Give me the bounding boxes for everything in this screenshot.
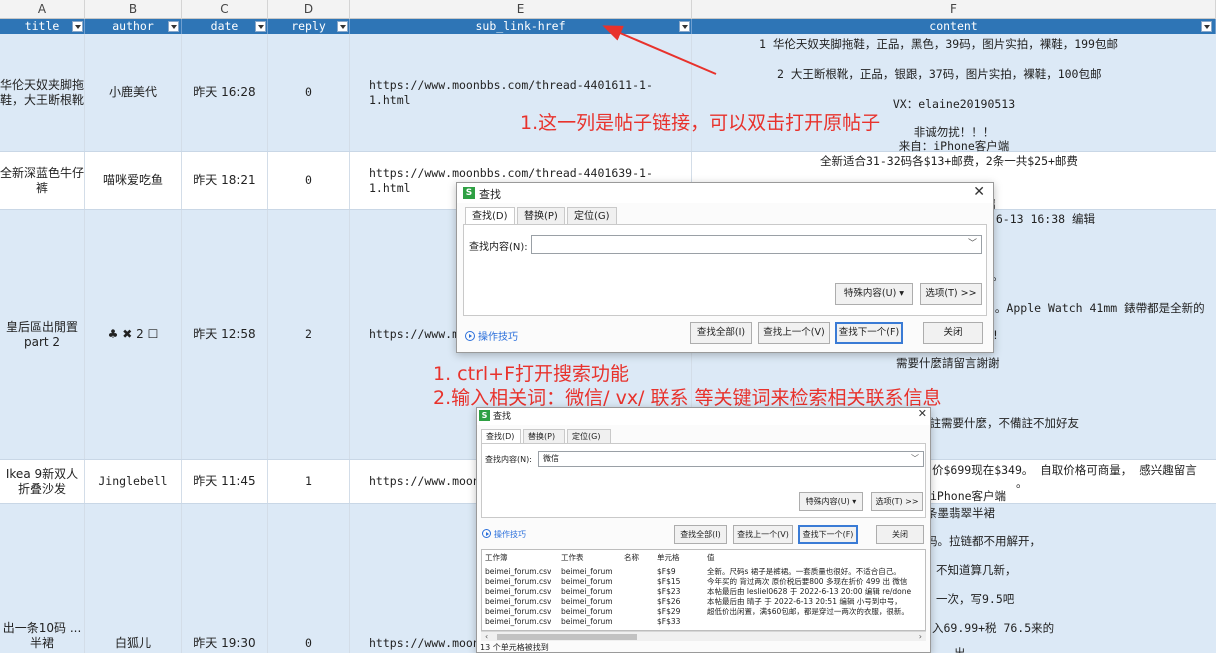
column-letter-f[interactable]: F bbox=[692, 0, 1216, 19]
close-icon[interactable]: ✕ bbox=[973, 184, 985, 200]
cell-author[interactable]: 白狐儿 bbox=[85, 504, 182, 653]
column-letter-bar: A B C D E F bbox=[0, 0, 1216, 19]
result-row[interactable]: beimei_forum.csv beimei_forum $F$9 全新。尺码… bbox=[482, 567, 925, 577]
dialog-titlebar[interactable]: S 查找 ✕ bbox=[477, 407, 930, 425]
cell-reply[interactable]: 0 bbox=[268, 34, 350, 151]
tab-goto[interactable]: 定位(G) bbox=[567, 207, 617, 225]
column-letter-a[interactable]: A bbox=[0, 0, 85, 19]
column-letter-e[interactable]: E bbox=[350, 0, 692, 19]
close-button[interactable]: 关闭 bbox=[876, 525, 924, 544]
result-row[interactable]: beimei_forum.csv beimei_forum $F$26 本帖最后… bbox=[482, 597, 925, 607]
result-row[interactable]: beimei_forum.csv beimei_forum $F$15 今年买的… bbox=[482, 577, 925, 587]
app-logo-icon: S bbox=[479, 410, 490, 421]
results-status: 13 个单元格被找到 bbox=[480, 643, 549, 652]
column-letter-b[interactable]: B bbox=[85, 0, 182, 19]
tab-replace[interactable]: 替换(P) bbox=[523, 429, 565, 444]
column-letter-d[interactable]: D bbox=[268, 0, 350, 19]
filter-dropdown-icon[interactable] bbox=[1201, 21, 1212, 32]
app-logo-icon: S bbox=[463, 187, 475, 199]
find-content-label: 查找内容(N): bbox=[485, 455, 532, 464]
result-row[interactable]: beimei_forum.csv beimei_forum $F$23 本帖最后… bbox=[482, 587, 925, 597]
cell-title[interactable]: Ikea 9新双人折叠沙发 bbox=[0, 460, 85, 503]
find-content-label: 查找内容(N): bbox=[469, 242, 528, 253]
cell-title[interactable]: 皇后區出閒置 part 2 bbox=[0, 210, 85, 459]
cell-author[interactable]: Jinglebell bbox=[85, 460, 182, 503]
find-next-button[interactable]: 查找下一个(F) bbox=[835, 322, 903, 344]
header-row: title author date reply sub_link-href co… bbox=[0, 19, 1216, 34]
results-header-row: 工作簿 工作表 名称 单元格 值 bbox=[485, 553, 715, 562]
tab-find[interactable]: 查找(D) bbox=[465, 207, 515, 225]
tips-link[interactable]: 操作技巧 bbox=[482, 529, 526, 540]
column-letter-c[interactable]: C bbox=[182, 0, 268, 19]
play-circle-icon bbox=[465, 331, 475, 341]
special-content-button[interactable]: 特殊内容(U) ▾ bbox=[835, 283, 913, 305]
horizontal-scrollbar[interactable]: ‹ › bbox=[481, 631, 926, 641]
find-previous-button[interactable]: 查找上一个(V) bbox=[758, 322, 830, 344]
cell-reply[interactable]: 0 bbox=[268, 504, 350, 653]
tab-goto[interactable]: 定位(G) bbox=[567, 429, 611, 444]
header-content: content bbox=[692, 19, 1216, 34]
cell-date[interactable]: 昨天 12:58 bbox=[182, 210, 268, 459]
find-previous-button[interactable]: 查找上一个(V) bbox=[733, 525, 793, 544]
options-button[interactable]: 选项(T) >> bbox=[871, 492, 923, 511]
options-button[interactable]: 选项(T) >> bbox=[920, 283, 982, 305]
find-content-input[interactable]: 微信 ﹀ bbox=[538, 451, 924, 467]
find-panel: 查找内容(N): ﹀ 特殊内容(U) ▾ 选项(T) >> bbox=[463, 224, 987, 316]
result-row[interactable]: beimei_forum.csv beimei_forum $F$29 超低价出… bbox=[482, 607, 925, 617]
cell-title[interactable]: 华伦天奴夹脚拖鞋，大王断根靴 bbox=[0, 34, 85, 151]
filter-dropdown-icon[interactable] bbox=[168, 21, 179, 32]
annotation-link-column: 1.这一列是帖子链接，可以双击打开原帖子 bbox=[520, 112, 881, 134]
chevron-left-icon[interactable]: ‹ bbox=[485, 632, 488, 642]
filter-dropdown-icon[interactable] bbox=[679, 21, 690, 32]
close-button[interactable]: 关闭 bbox=[923, 322, 983, 344]
cell-date[interactable]: 昨天 19:30 bbox=[182, 504, 268, 653]
annotation-ctrl-f: 1. ctrl+F打开搜索功能 bbox=[433, 363, 630, 385]
special-content-button[interactable]: 特殊内容(U) ▾ bbox=[799, 492, 863, 511]
cell-reply[interactable]: 0 bbox=[268, 152, 350, 209]
filter-dropdown-icon[interactable] bbox=[72, 21, 83, 32]
find-dialog-empty: S 查找 ✕ 查找(D) 替换(P) 定位(G) 查找内容(N): ﹀ 特殊内容… bbox=[456, 182, 994, 353]
dialog-title: 查找 bbox=[493, 412, 512, 422]
cell-date[interactable]: 昨天 11:45 bbox=[182, 460, 268, 503]
find-next-button[interactable]: 查找下一个(F) bbox=[798, 525, 858, 544]
cell-author[interactable]: 小鹿美代 bbox=[85, 34, 182, 151]
chevron-down-icon[interactable]: ﹀ bbox=[911, 452, 919, 466]
annotation-keywords: 2.输入相关词：微信/ vx/ 联系 等关键词来检索相关联系信息 bbox=[433, 387, 942, 409]
result-row[interactable]: beimei_forum.csv beimei_forum $F$33 bbox=[482, 617, 925, 627]
cell-date[interactable]: 昨天 16:28 bbox=[182, 34, 268, 151]
find-all-button[interactable]: 查找全部(I) bbox=[690, 322, 752, 344]
tab-find[interactable]: 查找(D) bbox=[481, 429, 521, 444]
cell-reply[interactable]: 2 bbox=[268, 210, 350, 459]
cell-author[interactable]: 喵咪爱吃鱼 bbox=[85, 152, 182, 209]
filter-dropdown-icon[interactable] bbox=[255, 21, 266, 32]
scrollbar-thumb[interactable] bbox=[497, 634, 637, 640]
close-icon[interactable]: ✕ bbox=[918, 407, 927, 420]
chevron-right-icon[interactable]: › bbox=[919, 632, 922, 642]
find-dialog-results: S 查找 ✕ 查找(D) 替换(P) 定位(G) 查找内容(N): 微信 ﹀ 特… bbox=[476, 407, 931, 653]
cell-reply[interactable]: 1 bbox=[268, 460, 350, 503]
find-panel: 查找内容(N): 微信 ﹀ 特殊内容(U) ▾ 选项(T) >> bbox=[481, 443, 926, 518]
cell-date[interactable]: 昨天 18:21 bbox=[182, 152, 268, 209]
find-content-input[interactable]: ﹀ bbox=[531, 235, 982, 254]
results-table: 工作簿 工作表 名称 单元格 值 beimei_forum.csv beimei… bbox=[481, 549, 926, 631]
dialog-title: 查找 bbox=[479, 188, 501, 201]
cell-title[interactable]: 全新深蓝色牛仔裤 bbox=[0, 152, 85, 209]
dialog-titlebar[interactable]: S 查找 ✕ bbox=[457, 183, 993, 203]
find-all-button[interactable]: 查找全部(I) bbox=[674, 525, 727, 544]
header-sub-link-href: sub_link-href bbox=[350, 19, 692, 34]
tips-link[interactable]: 操作技巧 bbox=[465, 328, 518, 343]
chevron-down-icon[interactable]: ﹀ bbox=[968, 236, 977, 253]
cell-title[interactable]: 出一条10码 ... 半裙 bbox=[0, 504, 85, 653]
play-circle-icon bbox=[482, 529, 491, 538]
tab-replace[interactable]: 替换(P) bbox=[517, 207, 565, 225]
cell-author[interactable]: ♣ ✖ 2 ☐ bbox=[85, 210, 182, 459]
filter-dropdown-icon[interactable] bbox=[337, 21, 348, 32]
